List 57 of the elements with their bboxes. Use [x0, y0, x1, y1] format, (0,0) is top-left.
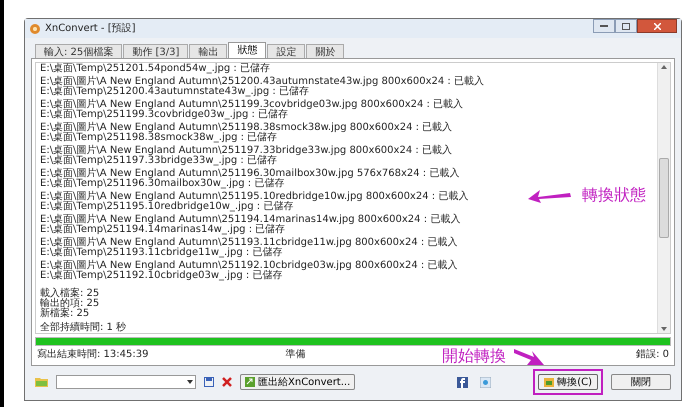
log-line: E:\桌面\Temp\251199.3covbridge03w_.jpg : 已儲存 — [40, 110, 288, 120]
log-line: E:\桌面\圖片\A New England Autumn\251196.30mailbox30w.jpg 576x768x24 : 已載入 — [40, 169, 460, 179]
close-dialog-button[interactable]: 關閉 — [611, 374, 671, 390]
maximize-button[interactable] — [615, 19, 637, 33]
log-line: E:\桌面\圖片\A New England Autumn\251197.33bridge33w.jpg 800x600x24 : 已載入 — [40, 146, 452, 156]
status-text: 準備 — [285, 348, 306, 362]
convert-icon — [544, 378, 554, 386]
close-icon — [654, 22, 660, 30]
scroll-thumb[interactable] — [659, 158, 669, 238]
log-line: E:\桌面\圖片\A New England Autumn\251194.14marinas14w.jpg 800x600x24 : 已載入 — [40, 215, 460, 225]
minimize-button[interactable] — [593, 19, 615, 33]
log-line: E:\桌面\Temp\251200.43autumnstate43w_.jpg : 已儲存 — [40, 87, 309, 97]
tab[interactable]: 輸出 — [189, 44, 228, 58]
status-text: 寫出結束時間: 13:45:39 — [37, 348, 148, 362]
tab[interactable]: 輸入: 25個檔案 — [35, 44, 122, 58]
tab[interactable]: 狀態 — [228, 42, 266, 58]
annotation-text: 轉換狀態 — [582, 184, 646, 206]
log-line: E:\桌面\Temp\251196.30mailbox30w_.jpg : 已儲存 — [40, 179, 284, 189]
tab[interactable]: 設定 — [267, 44, 306, 58]
summary-line: 輸出的項: 25 — [40, 299, 100, 309]
log-line: E:\桌面\圖片\A New England Autumn\251195.10redbridge10w.jpg 800x600x24 : 已載入 — [40, 192, 468, 202]
convert-button[interactable]: 轉換(C) — [538, 374, 598, 390]
log-line: E:\桌面\圖片\A New England Autumn\251192.10cbridge03w.jpg 800x600x24 : 已載入 — [40, 261, 458, 271]
error-count: 錯誤: 0 — [636, 348, 669, 362]
log-line: E:\桌面\圖片\A New England Autumn\251200.43autumnstate43w.jpg 800x600x24 : 已載入 — [40, 77, 484, 87]
log-line: E:\桌面\圖片\A New England Autumn\251198.38smock38w.jpg 800x600x24 : 已載入 — [40, 123, 452, 133]
log-line: E:\桌面\Temp\251197.33bridge33w_.jpg : 已儲存 — [40, 156, 277, 166]
app-logo-icon — [29, 22, 41, 34]
summary-line: 載入檔案: 25 — [40, 289, 100, 299]
log-line: E:\桌面\圖片\A New England Autumn\251199.3covbridge03w.jpg 800x600x24 : 已載入 — [40, 100, 464, 110]
window-title: XnConvert - [預設] — [45, 22, 136, 36]
folder-icon — [35, 377, 48, 387]
tab[interactable]: 動作 [3/3] — [123, 44, 188, 58]
scroll-down-icon — [661, 327, 667, 331]
save-icon[interactable] — [204, 377, 214, 387]
minimize-icon — [600, 25, 608, 27]
export-button[interactable]: 匯出給XnConvert... — [240, 374, 356, 390]
log-line: E:\桌面\圖片\A New England Autumn\251193.11cbridge11w.jpg 800x600x24 : 已載入 — [40, 238, 458, 248]
maximize-icon — [622, 22, 630, 30]
log-line: E:\桌面\Temp\251192.10cbridge03w_.jpg : 已儲存 — [40, 271, 282, 281]
scroll-up-icon — [661, 65, 667, 69]
dropdown-arrow-icon — [187, 380, 193, 384]
tab[interactable]: 關於 — [306, 44, 344, 58]
annotation-text: 開始轉換 — [442, 347, 506, 365]
delete-icon[interactable] — [222, 377, 232, 387]
close-button[interactable] — [637, 19, 677, 33]
log-line: E:\桌面\Temp\251194.14marinas14w_.jpg : 已儲存 — [40, 225, 286, 235]
log-line: E:\桌面\Temp\251201.54pond54w_.jpg : 已儲存 — [40, 64, 270, 74]
log-line: E:\桌面\Temp\251193.11cbridge11w_.jpg : 已儲存 — [40, 248, 282, 258]
scrollbar[interactable] — [657, 63, 670, 333]
log-line: E:\桌面\Temp\251198.38smock38w_.jpg : 已儲存 — [40, 133, 278, 143]
total-time-text: 全部持續時間: 1 秒 — [40, 323, 126, 333]
preset-dropdown[interactable] — [56, 375, 196, 389]
log-line: E:\桌面\Temp\251195.10redbridge10w_.jpg : 已儲存 — [40, 202, 294, 212]
export-icon — [245, 377, 255, 387]
facebook-icon[interactable] — [457, 376, 468, 388]
summary-line: 新檔案: 25 — [40, 309, 90, 319]
